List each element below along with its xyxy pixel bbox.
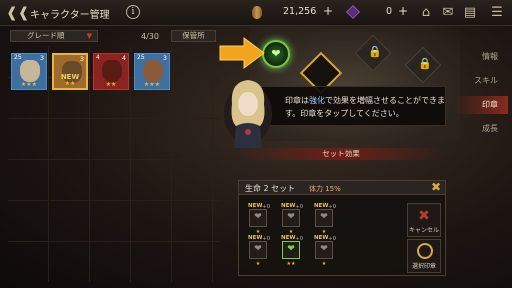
add-gold-button[interactable]: +: [323, 4, 333, 18]
character-card-selected[interactable]: 3 NEW ★★: [52, 53, 88, 90]
storage-button[interactable]: 保管所: [171, 30, 216, 42]
heart-seal-icon: ❤: [287, 244, 295, 254]
chevron-down-icon: ▼: [86, 32, 92, 40]
tab-skill[interactable]: スキル: [454, 72, 508, 90]
card-stars: ★★★: [20, 81, 38, 88]
tab-seal[interactable]: 印章: [454, 96, 508, 114]
mini-seal[interactable]: NEW +0 ❤ ★: [281, 203, 303, 235]
info-button[interactable]: i: [126, 5, 140, 19]
heart-seal-icon: ❤: [320, 244, 328, 254]
gold-amount: 21,256: [283, 6, 317, 17]
set-effect-panel: 生命 2 セット 体力 15% ✖ NEW +0 ❤ ★ NEW +0 ❤ ★ NEW +0 ❤…: [238, 180, 446, 276]
tutorial-arrow-icon: [219, 37, 265, 69]
menu-icon[interactable]: ☰: [489, 5, 505, 21]
chat-icon[interactable]: ▤: [462, 5, 478, 21]
sort-dropdown[interactable]: グレード順 ▼: [10, 30, 98, 42]
mini-seal[interactable]: NEW +0 ❤ ★: [314, 235, 336, 267]
character-card[interactable]: 4 4 ★★: [93, 53, 129, 90]
page-title: キャラクター管理: [30, 10, 110, 21]
select-seal-button[interactable]: 選択印章: [407, 239, 441, 273]
lock-icon: 🔒: [368, 45, 382, 58]
mini-seal-active[interactable]: NEW +0 ❤ ★★: [281, 235, 303, 267]
card-number: 3: [79, 55, 84, 63]
gem-amount: 0: [386, 6, 393, 17]
tooltip-line-1: 印章は強化で効果を増幅させることができま: [285, 96, 445, 105]
card-level: 25: [137, 54, 145, 61]
seal-slot-highlight[interactable]: ❤: [262, 40, 290, 68]
tab-growth[interactable]: 成長: [454, 120, 508, 138]
add-gem-button[interactable]: +: [398, 4, 408, 18]
back-arrow-icon[interactable]: ❰❰: [6, 6, 29, 20]
card-level: 25: [14, 54, 22, 61]
card-number: 3: [162, 54, 167, 62]
top-bar: ❰❰ キャラクター管理 i 21,256 + 0 + ⌂ ✉ ▤ ☰: [0, 0, 512, 26]
card-stars: ★★: [105, 81, 117, 88]
cross-icon: ✖: [418, 208, 430, 224]
lock-icon: 🔒: [418, 57, 432, 70]
card-level: 4: [96, 54, 100, 61]
sort-label: グレード順: [27, 31, 65, 40]
cancel-button[interactable]: ✖ キャンセル: [407, 203, 441, 237]
mini-seal[interactable]: NEW +0 ❤ ★: [314, 203, 336, 235]
card-stars: ★★★: [143, 81, 161, 88]
card-stars: ★★: [64, 80, 76, 87]
set-stat: 体力 15%: [309, 185, 341, 193]
character-portrait: [143, 60, 163, 82]
character-portrait: [20, 60, 40, 82]
heart-seal-icon: ❤: [287, 212, 295, 222]
character-card[interactable]: 25 3 ★★★: [134, 53, 170, 90]
tab-info[interactable]: 情報: [454, 48, 508, 66]
tooltip-line-2: す。印章をタップしてください。: [285, 109, 404, 118]
mini-seal[interactable]: NEW +0 ❤ ★: [248, 203, 270, 235]
set-panel-header: 生命 2 セット 体力 15% ✖: [239, 181, 445, 195]
mini-seal[interactable]: NEW +0 ❤ ★: [248, 235, 270, 267]
home-icon[interactable]: ⌂: [418, 5, 434, 21]
set-effect-bar: セット効果: [238, 148, 444, 160]
seal-ring-icon: [417, 243, 433, 259]
gem-icon: [346, 5, 360, 19]
cancel-label: キャンセル: [408, 227, 439, 234]
card-number: 4: [121, 54, 126, 62]
heart-seal-icon: ❤: [254, 244, 262, 254]
guide-character: [224, 80, 272, 148]
close-icon[interactable]: ✖: [431, 181, 441, 194]
heart-seal-icon: ❤: [320, 212, 328, 222]
card-number: 3: [39, 54, 44, 62]
select-seal-label: 選択印章: [411, 263, 436, 270]
mail-icon[interactable]: ✉: [440, 5, 456, 21]
set-name: 生命 2 セット: [245, 184, 296, 193]
heart-seal-icon: ❤: [254, 212, 262, 222]
character-count: 4/30: [141, 32, 159, 41]
character-card[interactable]: 25 3 ★★★: [11, 53, 47, 90]
heart-seal-icon: ❤: [271, 47, 281, 60]
gold-coin-icon: [252, 6, 262, 19]
character-portrait: [102, 60, 122, 82]
